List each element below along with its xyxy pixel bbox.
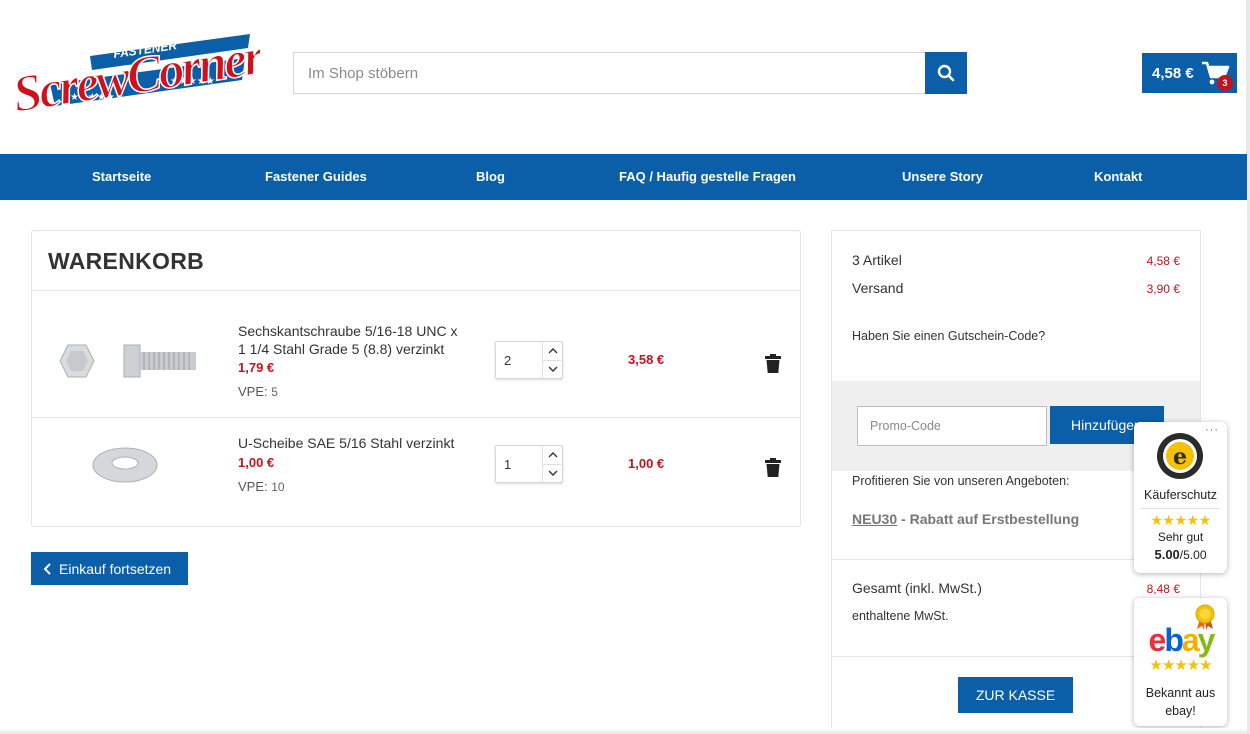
nav-item-faq[interactable]: FAQ / Haufig gestelle Fragen (619, 154, 796, 200)
chevron-up-icon (548, 348, 558, 354)
continue-shopping-label: Einkauf fortsetzen (59, 560, 172, 577)
cart-total: 4,58 € (1152, 64, 1194, 82)
product-name-line: Sechskantschraube 5/16-18 UNC x (238, 323, 458, 339)
trusted-shops-badge[interactable]: ··· e Käuferschutz ★★★★★ Sehr gut 5.00/5… (1134, 422, 1227, 573)
chevron-left-icon (43, 562, 51, 575)
nav-item-fastener-guides[interactable]: Fastener Guides (265, 154, 367, 200)
rating-score-value: 5.00 (1154, 547, 1180, 562)
quantity-stepper[interactable]: 2 (495, 341, 563, 379)
search-icon (937, 64, 955, 82)
bottom-edge-shadow (0, 728, 1247, 734)
vpe-info: VPE: 10 (238, 479, 285, 494)
quantity-value[interactable]: 2 (504, 353, 511, 368)
continue-shopping-button[interactable]: Einkauf fortsetzen (31, 552, 188, 585)
trust-divider (1140, 508, 1221, 509)
line-total: 3,58 € (628, 352, 665, 367)
shipping-label: Versand (852, 280, 904, 296)
quantity-increase-button[interactable] (543, 342, 563, 360)
search-input[interactable] (293, 52, 925, 94)
unit-price: 1,79 € (238, 360, 275, 375)
nav-item-kontakt[interactable]: Kontakt (1094, 154, 1142, 200)
search-bar (293, 52, 967, 94)
rating-score: 5.00/5.00 (1134, 547, 1227, 562)
offer-line: NEU30 - Rabatt auf Erstbestellung (852, 511, 1079, 527)
search-button[interactable] (925, 52, 967, 94)
vpe-info: VPE: 5 (238, 384, 278, 399)
product-name-line: 1 1/4 Stahl Grade 5 (8.8) verzinkt (238, 341, 445, 357)
quantity-stepper[interactable]: 1 (495, 445, 563, 483)
vpe-value: 10 (271, 480, 285, 494)
offer-text: - Rabatt auf Erstbestellung (897, 511, 1080, 527)
cart-title: WARENKORB (48, 248, 205, 274)
nav-item-unsere-story[interactable]: Unsere Story (902, 154, 983, 200)
vpe-value: 5 (271, 385, 278, 399)
main-navigation: Startseite Fastener Guides Blog FAQ / Ha… (0, 154, 1247, 200)
unit-price: 1,00 € (238, 455, 275, 470)
screwcorner-logo[interactable]: ★★★★★ ★★★★★ ★★★ FASTENER SUPERSTORE Scre… (8, 14, 269, 134)
line-total: 1,00 € (628, 456, 665, 471)
vpe-label: VPE: (238, 384, 268, 399)
ebay-logo: ebay (1140, 624, 1222, 656)
vpe-label: VPE: (238, 479, 268, 494)
total-amount: 8,48 € (1146, 582, 1180, 596)
total-label: Gesamt (inkl. MwSt.) (852, 580, 982, 596)
ebay-stars-icon: ★★★★★ (1149, 657, 1212, 674)
offers-label: Profitieren Sie von unseren Angeboten: (852, 474, 1070, 488)
washer-image[interactable] (92, 446, 158, 484)
buyer-protection-label: Käuferschutz (1144, 488, 1217, 502)
vat-label: enthaltene MwSt. (852, 609, 949, 623)
hex-bolt-image[interactable] (54, 339, 199, 383)
site-header: ★★★★★ ★★★★★ ★★★ FASTENER SUPERSTORE Scre… (0, 0, 1250, 154)
cart-count-badge: 3 (1217, 75, 1233, 91)
chevron-down-icon (548, 366, 558, 372)
header-cart-button[interactable]: 4,58 € 3 (1142, 53, 1237, 93)
product-name[interactable]: Sechskantschraube 5/16-18 UNC x 1 1/4 St… (238, 322, 457, 358)
quantity-decrease-button[interactable] (543, 360, 563, 378)
quantity-value[interactable]: 1 (504, 457, 511, 472)
quantity-decrease-button[interactable] (543, 464, 563, 482)
items-subtotal: 4,58 € (1146, 254, 1180, 268)
rating-stars-icon: ★★★★★ (1150, 512, 1211, 528)
ebay-text-line: ebay! (1165, 704, 1196, 718)
chevron-down-icon (548, 470, 558, 476)
cart-divider (32, 290, 800, 291)
checkout-button[interactable]: ZUR KASSE (958, 677, 1073, 713)
row-divider (32, 417, 800, 418)
nav-item-startseite[interactable]: Startseite (92, 154, 151, 200)
ebay-badge-text: Bekannt aus ebay! (1138, 684, 1223, 720)
nav-item-blog[interactable]: Blog (476, 154, 505, 200)
product-name[interactable]: U-Scheibe SAE 5/16 Stahl verzinkt (238, 434, 454, 452)
ebay-logo-letter: b (1164, 622, 1183, 658)
ebay-logo-letter: y (1197, 622, 1216, 658)
rating-score-max: /5.00 (1179, 548, 1207, 562)
offer-code-link[interactable]: NEU30 (852, 511, 897, 527)
cart-panel: WARENKORB Sechskantschraube 5/16-18 UNC … (31, 230, 801, 527)
items-count-label: 3 Artikel (852, 252, 902, 268)
trusted-shops-seal-icon: e (1157, 433, 1203, 479)
rating-text: Sehr gut (1157, 530, 1204, 544)
svg-text:e: e (1173, 444, 1187, 470)
promo-code-input[interactable] (857, 406, 1047, 446)
trash-icon[interactable] (765, 354, 781, 373)
trash-icon[interactable] (765, 458, 781, 477)
coupon-question[interactable]: Haben Sie einen Gutschein-Code? (852, 329, 1045, 343)
quantity-increase-button[interactable] (543, 446, 563, 464)
logo-main-text: ScrewCorner (10, 28, 260, 124)
ebay-logo-letter: a (1181, 622, 1200, 658)
chevron-up-icon (548, 452, 558, 458)
ebay-logo-letter: e (1148, 622, 1167, 658)
shipping-cost: 3,90 € (1146, 282, 1180, 296)
ebay-text-line: Bekannt aus (1145, 686, 1216, 700)
ebay-badge[interactable]: ebay ★★★★★ Bekannt aus ebay! (1134, 598, 1227, 726)
more-options-icon[interactable]: ··· (1205, 424, 1219, 436)
